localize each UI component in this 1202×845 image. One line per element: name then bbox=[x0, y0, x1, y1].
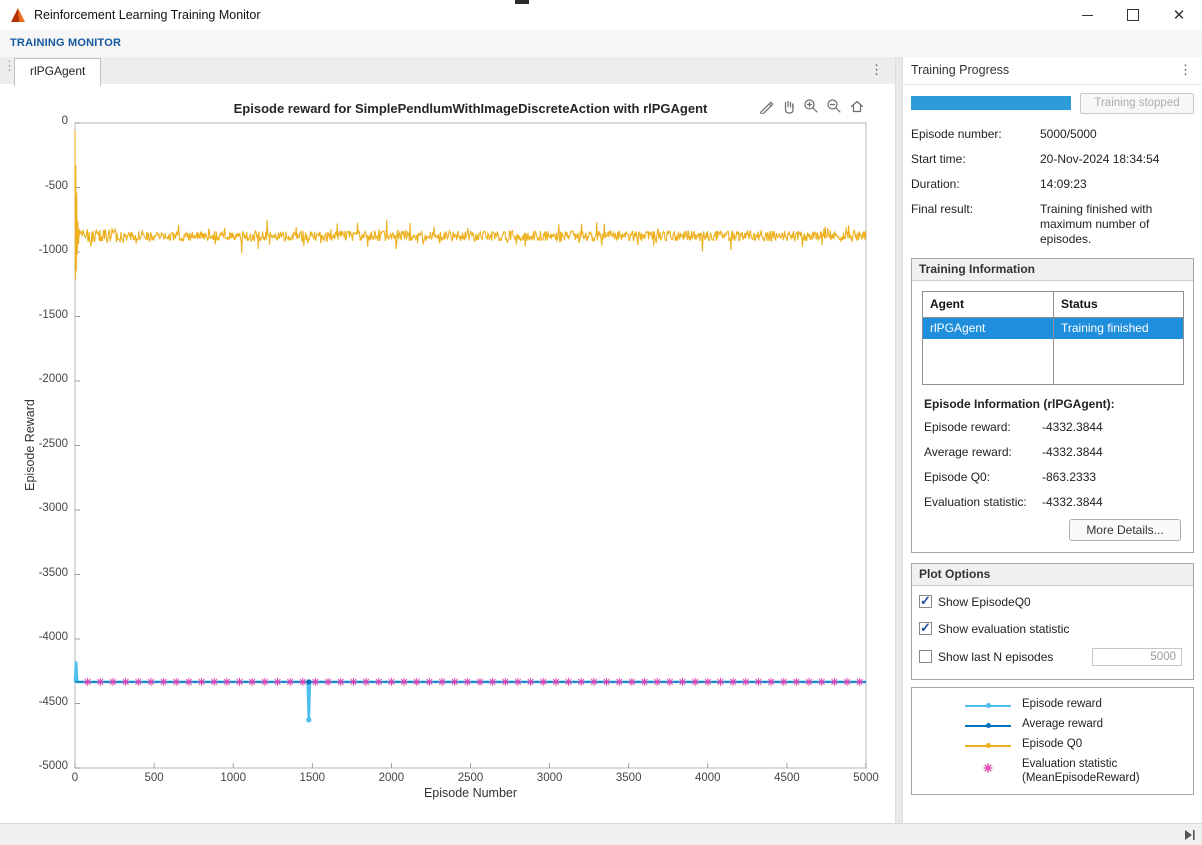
show-episodeq0-checkbox[interactable] bbox=[919, 593, 932, 609]
x-tick-label: 0 bbox=[71, 772, 79, 784]
y-tick-label: -3500 bbox=[38, 566, 68, 579]
y-tick-label: -1000 bbox=[38, 244, 68, 256]
window-titlebar: Reinforcement Learning Training Monitor … bbox=[0, 0, 1202, 31]
panel-title: Training Progress bbox=[911, 63, 1010, 77]
x-tick-label: 1000 bbox=[220, 772, 246, 784]
y-tick-label: -4500 bbox=[38, 695, 68, 708]
final-result-value: Training finished with maximum number of… bbox=[1040, 202, 1153, 246]
start-time-label: Start time: bbox=[911, 152, 966, 166]
x-tick-label: 2000 bbox=[378, 772, 405, 784]
average-reward-value: -4332.3844 bbox=[1042, 445, 1103, 459]
training-information-title: Training Information bbox=[912, 259, 1193, 281]
show-evaluation-statistic-label: Show evaluation statistic bbox=[938, 622, 1070, 636]
evaluation-statistic-label: Evaluation statistic: bbox=[924, 495, 1027, 509]
show-evaluation-statistic-option[interactable]: Show evaluation statistic bbox=[912, 620, 1193, 638]
y-tick-label: -3000 bbox=[38, 502, 68, 514]
y-tick-label: -2000 bbox=[38, 373, 68, 385]
y-tick-label: -1500 bbox=[38, 308, 68, 321]
legend-item-episode-q0: Episode Q0 bbox=[912, 738, 1193, 756]
x-tick-label: 3500 bbox=[615, 772, 642, 784]
episode-number-value: 5000/5000 bbox=[1040, 127, 1097, 141]
training-progress-panel: Training Progress ⋮ Training stopped Epi… bbox=[903, 57, 1202, 823]
episode-reward-marker-dot bbox=[986, 703, 991, 708]
panel-header: Training Progress ⋮ bbox=[903, 57, 1202, 85]
final-result-label: Final result: bbox=[911, 202, 974, 216]
training-stopped-button[interactable]: Training stopped bbox=[1080, 93, 1194, 114]
x-tick-label: 4000 bbox=[695, 772, 721, 784]
legend-label: Episode reward bbox=[1022, 698, 1102, 710]
panel-options-kebab-icon[interactable]: ⋮ bbox=[1179, 62, 1192, 78]
plot-options-title: Plot Options bbox=[912, 564, 1193, 586]
legend-section: Episode reward Average reward Episode Q0… bbox=[911, 687, 1194, 795]
tab-options-kebab-icon[interactable]: ⋮ bbox=[870, 62, 883, 78]
document-tabbar: ⋮ rlPGAgent ⋮ bbox=[0, 57, 895, 86]
show-episodeq0-label: Show EpisodeQ0 bbox=[938, 595, 1031, 609]
table-column-divider bbox=[1053, 292, 1054, 384]
y-tick-label: -500 bbox=[44, 179, 68, 192]
x-tick-label: 2500 bbox=[457, 772, 484, 784]
legend-item-episode-reward: Episode reward bbox=[912, 698, 1193, 716]
evaluation-statistic-asterisk-marker bbox=[982, 762, 994, 777]
legend-label: Evaluation statistic bbox=[1022, 758, 1118, 770]
x-tick-label: 1500 bbox=[299, 772, 326, 784]
duration-label: Duration: bbox=[911, 177, 960, 191]
panel-splitter[interactable] bbox=[895, 57, 903, 823]
show-episodeq0-option[interactable]: Show EpisodeQ0 bbox=[912, 593, 1193, 611]
more-details-button[interactable]: More Details... bbox=[1069, 519, 1181, 541]
bottom-scrollbar[interactable] bbox=[0, 823, 1202, 845]
matlab-logo-icon bbox=[9, 6, 27, 24]
episode-q0-marker-dot bbox=[986, 743, 991, 748]
episode-q0-value: -863.2333 bbox=[1042, 470, 1097, 484]
window-title: Reinforcement Learning Training Monitor bbox=[34, 8, 261, 22]
agent-status-table: Agent Status rlPGAgent Training finished bbox=[922, 291, 1184, 385]
toolstrip: TRAINING MONITOR bbox=[0, 30, 1202, 58]
start-time-value: 20-Nov-2024 18:34:54 bbox=[1040, 152, 1160, 166]
reward-plot[interactable] bbox=[0, 84, 895, 823]
legend-label: Episode Q0 bbox=[1022, 738, 1083, 750]
last-n-episodes-input[interactable] bbox=[1092, 648, 1182, 666]
agent-column-header: Agent bbox=[930, 297, 964, 311]
episode-number-label: Episode number: bbox=[911, 127, 1002, 141]
legend-item-evaluation-statistic: Evaluation statistic (MeanEpisodeReward) bbox=[912, 758, 1193, 788]
y-tick-label: -4000 bbox=[38, 631, 68, 643]
average-reward-marker-dot bbox=[986, 723, 991, 728]
tab-training-monitor[interactable]: TRAINING MONITOR bbox=[10, 30, 121, 57]
x-tick-label: 4500 bbox=[774, 772, 800, 784]
episode-reward-value: -4332.3844 bbox=[1042, 420, 1103, 434]
x-tick-label: 500 bbox=[144, 772, 164, 784]
figure-area: Episode reward for SimplePendlumWithImag… bbox=[0, 84, 895, 823]
minimize-icon[interactable] bbox=[1064, 0, 1110, 30]
legend-sublabel: (MeanEpisodeReward) bbox=[1022, 772, 1140, 784]
screen-artifact bbox=[515, 0, 529, 4]
show-last-n-episodes-label: Show last N episodes bbox=[938, 650, 1054, 664]
x-tick-label: 5000 bbox=[853, 772, 879, 784]
status-cell: Training finished bbox=[1061, 321, 1149, 335]
legend-item-average-reward: Average reward bbox=[912, 718, 1193, 736]
y-tick-label: -2500 bbox=[38, 437, 68, 450]
close-icon[interactable]: ✕ bbox=[1156, 0, 1202, 30]
duration-value: 14:09:23 bbox=[1040, 177, 1087, 191]
training-progress-bar bbox=[911, 96, 1071, 110]
window-controls: ✕ bbox=[1064, 0, 1202, 30]
tab-rlpgagent[interactable]: rlPGAgent bbox=[14, 58, 102, 86]
episode-information-title: Episode Information (rlPGAgent): bbox=[924, 397, 1115, 411]
status-column-header: Status bbox=[1061, 297, 1098, 311]
agent-cell: rlPGAgent bbox=[930, 321, 986, 335]
x-tick-label: 3000 bbox=[536, 772, 563, 784]
x-axis-label: Episode Number bbox=[423, 786, 518, 800]
maximize-icon[interactable] bbox=[1110, 0, 1156, 30]
training-information-section: Training Information Agent Status rlPGAg… bbox=[911, 258, 1194, 553]
show-last-n-episodes-checkbox[interactable] bbox=[919, 650, 932, 663]
show-evaluation-statistic-checkbox[interactable] bbox=[919, 620, 932, 636]
episode-reward-label: Episode reward: bbox=[924, 420, 1011, 434]
plot-options-section: Plot Options Show EpisodeQ0 Show evaluat… bbox=[911, 563, 1194, 680]
y-tick-label: 0 bbox=[61, 115, 68, 127]
episode-q0-label: Episode Q0: bbox=[924, 470, 991, 484]
progress-bar-fill bbox=[911, 96, 1071, 110]
evaluation-statistic-value: -4332.3844 bbox=[1042, 495, 1103, 509]
legend-label: Average reward bbox=[1022, 718, 1103, 730]
scroll-end-icon[interactable] bbox=[1183, 828, 1197, 845]
y-tick-label: -5000 bbox=[38, 760, 68, 772]
average-reward-label: Average reward: bbox=[924, 445, 1012, 459]
